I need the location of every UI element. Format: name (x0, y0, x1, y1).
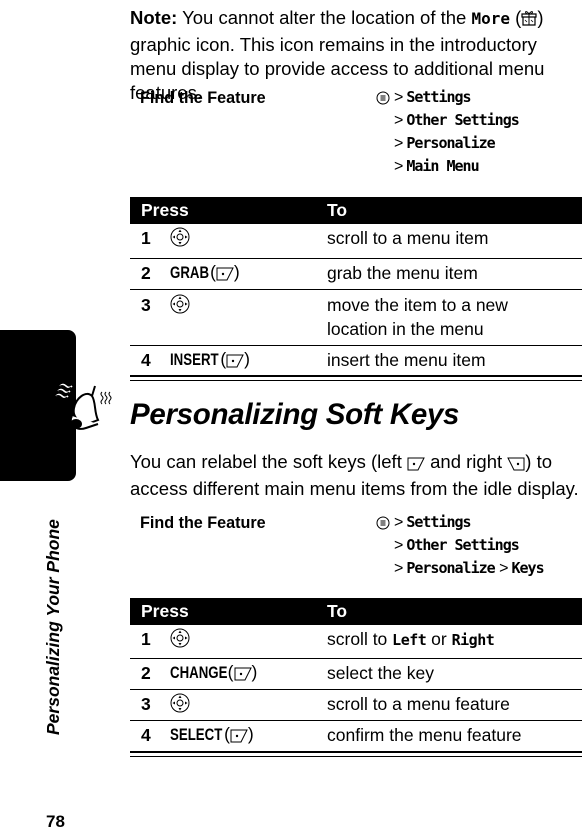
path-step: > Main Menu (394, 157, 480, 175)
chapter-label: Personalizing Your Phone (43, 519, 63, 735)
header-to: To (327, 200, 348, 220)
more-gift-icon (521, 9, 537, 33)
intro-paragraph: You can relabel the soft keys (left and … (130, 451, 579, 499)
press-to-table-1: Press To 1 scroll to a menu item 2 GRAB(… (130, 197, 582, 381)
table-end-rule (130, 752, 582, 757)
table-row: 3 scroll to a menu feature (130, 690, 582, 721)
nav-key-icon (170, 628, 190, 653)
more-label: More (471, 9, 510, 28)
left-soft-key-icon (234, 665, 252, 686)
table-row: 2 GRAB() grab the menu item (130, 259, 582, 290)
find-feature-label: Find the Feature (140, 88, 266, 107)
left-soft-key-icon (407, 453, 425, 477)
press-to-table-2: Press To 1 scroll to Left or Right 2 CHA… (130, 598, 582, 757)
table-row: 4 SELECT() confirm the menu feature (130, 721, 582, 752)
note-text-before: You cannot alter the location of the (182, 7, 467, 28)
find-feature-label: Find the Feature (140, 513, 266, 532)
select-key-label: SELECT (170, 725, 223, 744)
table-end-rule (130, 376, 582, 381)
nav-key-icon (170, 227, 190, 252)
insert-key-label: INSERT (170, 350, 219, 369)
left-soft-key-icon (216, 265, 234, 286)
grab-key-label: GRAB (170, 263, 210, 282)
table-header: Press To (130, 197, 582, 224)
header-press: Press (141, 601, 189, 621)
right-soft-key-icon (507, 453, 525, 477)
path-step: > Settings (394, 88, 472, 106)
path-step: > Other Settings (394, 536, 520, 554)
menu-key-icon (376, 91, 390, 110)
left-option: Left (392, 631, 427, 649)
nav-key-icon (170, 294, 190, 319)
note-label: Note: (130, 7, 178, 28)
table-row: 3 move the item to a new location in the… (130, 290, 582, 346)
nav-key-icon (170, 693, 190, 718)
path-step: > Other Settings (394, 111, 520, 129)
right-option: Right (451, 631, 495, 649)
header-to: To (327, 601, 348, 621)
menu-key-icon (376, 516, 390, 535)
table-row: 2 CHANGE() select the key (130, 659, 582, 690)
path-step: > Personalize > Keys (394, 559, 545, 577)
header-press: Press (141, 200, 189, 220)
change-key-label: CHANGE (170, 663, 228, 682)
path-step: > Personalize (394, 134, 496, 152)
ringing-bell-icon (52, 378, 122, 443)
path-step: > Settings (394, 513, 472, 531)
left-soft-key-icon (226, 352, 244, 373)
page-number: 78 (46, 812, 65, 831)
section-title: Personalizing Soft Keys (130, 398, 460, 431)
table-row: 1 scroll to Left or Right (130, 625, 582, 659)
table-header: Press To (130, 598, 582, 625)
left-soft-key-icon (230, 727, 248, 748)
table-row: 4 INSERT() insert the menu item (130, 346, 582, 376)
table-row: 1 scroll to a menu item (130, 224, 582, 259)
